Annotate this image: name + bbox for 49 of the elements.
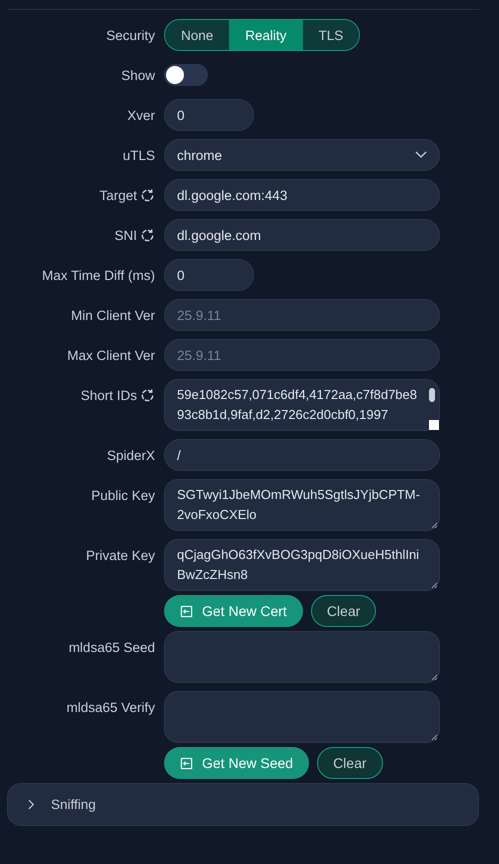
field-label: uTLS <box>122 148 155 162</box>
field-label: mldsa65 Seed <box>68 640 155 654</box>
primary-button[interactable]: Get New Seed <box>164 747 310 779</box>
security-option[interactable]: Reality <box>229 20 303 50</box>
text-area[interactable]: SGTwyi1JbeMOmRWuh5SgtlsJYjbCPTM-2voFxoCXElo <box>164 479 440 531</box>
field-label: Show <box>121 68 155 82</box>
number-field[interactable]: 0 <box>164 259 254 291</box>
security-option[interactable]: TLS <box>302 20 360 50</box>
field-label: Max Time Diff (ms) <box>42 268 155 282</box>
input-field[interactable]: dl.google.com:443 <box>164 179 440 211</box>
input-field[interactable]: dl.google.com <box>164 219 440 251</box>
primary-button[interactable]: Get New Cert <box>164 595 303 627</box>
field-label: Xver <box>127 108 155 122</box>
clear-button[interactable]: Clear <box>310 595 376 627</box>
field-label: Min Client Ver <box>70 308 155 322</box>
toggle-switch[interactable] <box>164 64 208 86</box>
resize-handle-icon[interactable] <box>430 733 438 741</box>
field-label: Public Key <box>91 488 155 502</box>
input-field[interactable]: 25.9.11 <box>164 299 440 331</box>
field-label: Private Key <box>86 548 155 562</box>
import-icon <box>180 756 193 770</box>
chevron-icon <box>28 799 35 810</box>
field-label: Max Client Ver <box>67 348 155 362</box>
refresh-icon[interactable] <box>140 188 155 202</box>
sniffing-panel[interactable]: Sniffing <box>7 783 479 826</box>
import-icon <box>180 604 193 618</box>
field-label: SpiderX <box>106 448 155 462</box>
field-label: mldsa65 Verify <box>66 700 155 714</box>
text-area[interactable]: 59e1082c57,071c6df4,4172aa,c7f8d7be893c8b1d,9faf,d2,2726c2d0cbf0,1997 <box>164 379 440 431</box>
field-label: SNI <box>114 228 137 242</box>
input-field[interactable]: / <box>164 439 440 471</box>
scrollbar-thumb[interactable] <box>429 388 435 402</box>
clear-button[interactable]: Clear <box>317 747 383 779</box>
panel-title: Sniffing <box>51 797 96 812</box>
resize-handle-icon[interactable] <box>430 581 438 589</box>
input-field[interactable]: 25.9.11 <box>164 339 440 371</box>
security-option[interactable]: None <box>165 20 230 50</box>
text-area[interactable]: qCjagGhO63fXvBOG3pqD8iOXueH5thlIniBwZcZHsn8 <box>164 539 440 591</box>
field-label: Target <box>99 188 137 202</box>
refresh-icon[interactable] <box>140 228 155 242</box>
resize-grip[interactable] <box>429 420 439 430</box>
select-field[interactable]: chrome <box>164 139 440 171</box>
chevron-down-icon <box>415 151 427 159</box>
field-label: Security <box>106 28 155 42</box>
refresh-icon[interactable] <box>140 388 155 402</box>
number-field[interactable]: 0 <box>164 99 254 131</box>
field-label: Short IDs <box>80 388 137 402</box>
resize-handle-icon[interactable] <box>430 673 438 681</box>
resize-handle-icon[interactable] <box>430 521 438 529</box>
